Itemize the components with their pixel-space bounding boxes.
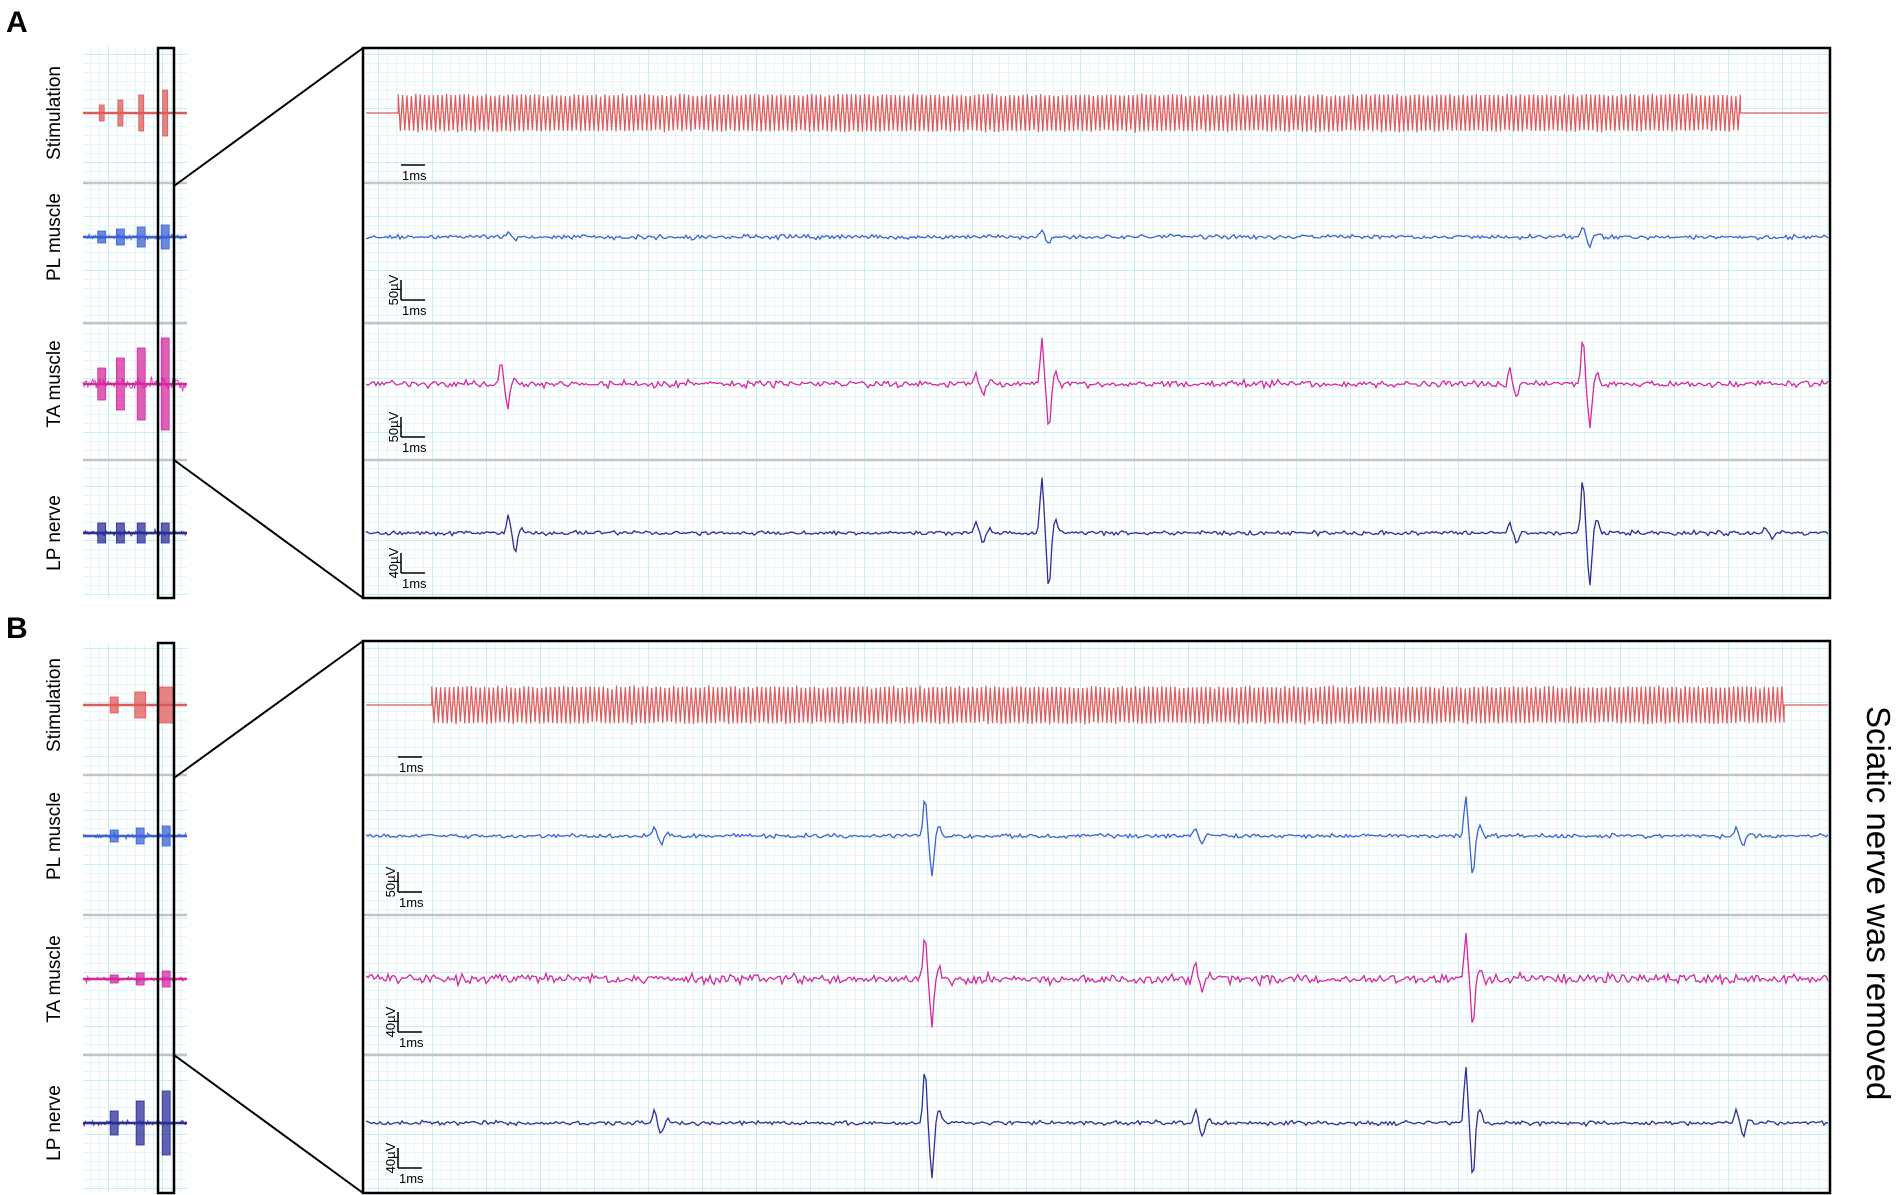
time-scale-label: 1ms (402, 168, 427, 183)
panel-a: A StimulationPL muscleTA muscleLP nerve … (6, 6, 1832, 600)
overview-burst (134, 691, 147, 719)
overview-burst (158, 686, 174, 724)
amplitude-scale-label: 50µV (386, 411, 401, 442)
channel-label: TA muscle (44, 340, 65, 427)
figure: A StimulationPL muscleTA muscleLP nerve … (6, 6, 1897, 1195)
time-scale-label: 1ms (402, 440, 427, 455)
panel-a-connector-bottom (173, 459, 364, 599)
channel-label: PL muscle (44, 792, 65, 880)
panel-b-letter: B (6, 612, 28, 645)
panel-a-connector-top (173, 47, 364, 187)
overview-burst (116, 357, 125, 411)
time-scale-label: 1ms (402, 303, 427, 318)
amplitude-scale-label: 50µV (386, 274, 401, 305)
panel-b-connector-bottom (173, 1054, 364, 1194)
time-scale-label: 1ms (399, 1035, 424, 1050)
overview-burst (117, 99, 124, 127)
channel-label: LP nerve (44, 1085, 65, 1161)
panel-b: B StimulationPL muscleTA muscleLP nerve … (6, 612, 1897, 1195)
panel-b-channel-labels: Stimulation PL muscle TA muscle LP nerve (44, 658, 65, 1161)
panel-b-overview-grid (83, 643, 187, 1193)
amplitude-scale-label: 50µV (383, 866, 398, 897)
overview-burst (136, 347, 146, 421)
channel-label: Stimulation (44, 66, 65, 160)
panel-b-side-note: Sciatic nerve was removed (1860, 706, 1897, 1100)
overview-burst (162, 89, 169, 137)
channel-label: Stimulation (44, 658, 65, 752)
overview-burst (138, 94, 145, 132)
time-scale-label: 1ms (399, 1171, 424, 1186)
time-scale-label: 1ms (402, 576, 427, 591)
channel-label: PL muscle (44, 193, 65, 281)
panel-a-letter: A (6, 6, 28, 39)
amplitude-scale-label: 40µV (383, 1142, 398, 1173)
time-scale-label: 1ms (399, 760, 424, 775)
time-scale-label: 1ms (399, 895, 424, 910)
panel-b-connector-top (173, 640, 364, 779)
channel-label: LP nerve (44, 495, 65, 571)
channel-label: TA muscle (44, 935, 65, 1022)
panel-a-channel-labels: Stimulation PL muscle TA muscle LP nerve (44, 66, 65, 571)
amplitude-scale-label: 40µV (386, 547, 401, 578)
overview-burst (98, 104, 105, 122)
overview-burst (109, 696, 119, 714)
panel-b-zoom-grid (363, 641, 1830, 1193)
amplitude-scale-label: 40µV (383, 1006, 398, 1037)
